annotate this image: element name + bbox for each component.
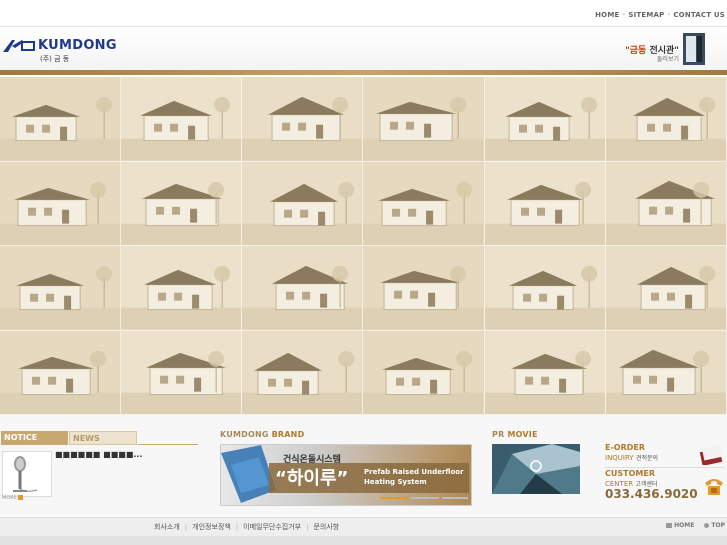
telephone-icon xyxy=(705,479,723,495)
brand-title-b: BRAND xyxy=(271,430,305,439)
house-sketch-tile xyxy=(484,77,606,162)
house-sketch-tile xyxy=(121,246,243,331)
house-sketch-tile xyxy=(121,161,243,246)
house-sketch-tile xyxy=(484,161,606,246)
inquiry-en: INQUIRY xyxy=(605,454,634,462)
separator: · xyxy=(667,11,671,19)
pr-movie-thumbnail[interactable] xyxy=(492,444,580,494)
house-sketch-tile xyxy=(484,246,606,331)
hero-grid xyxy=(0,77,727,415)
top-link-contact[interactable]: CONTACT US xyxy=(673,11,725,19)
house-sketch-tile xyxy=(605,77,727,162)
house-sketch-tile xyxy=(242,77,364,162)
showroom-banner[interactable]: "금동 전시관" 둘러보기 xyxy=(617,31,717,67)
house-sketch-tile xyxy=(0,161,122,246)
logo-subtext: (주) 금 동 xyxy=(40,55,70,63)
house-sketch-tile xyxy=(484,330,606,415)
cs-title: CUSTOMER xyxy=(605,469,655,478)
microphone-image xyxy=(2,451,52,497)
content-area: NOTICE NEWS MORE ■■■■■■ ■■■■... KUMDONG … xyxy=(0,415,727,515)
banner-line2: 둘러보기 xyxy=(656,56,679,63)
top-link-home[interactable]: HOME xyxy=(595,11,619,19)
brand-english-line1: Prefab Raised Underfloor xyxy=(364,468,464,476)
brand-english-line2: Heating System xyxy=(364,478,427,486)
envelope-icon[interactable] xyxy=(699,445,725,465)
more-label: MORE xyxy=(2,495,17,501)
house-sketch-tile xyxy=(363,77,485,162)
more-link[interactable]: MORE xyxy=(2,495,23,501)
footer-link-company[interactable]: 회사소개 xyxy=(154,523,180,531)
separator: | xyxy=(184,523,188,531)
house-sketch-tile xyxy=(363,330,485,415)
footer-right-links: HOME TOP xyxy=(666,522,725,529)
house-sketch-tile xyxy=(242,246,364,331)
brand-korean-main: “하이루” xyxy=(275,468,349,489)
tab-notice[interactable]: NOTICE xyxy=(1,431,68,445)
panel-divider xyxy=(605,467,725,468)
tab-news[interactable]: NEWS xyxy=(69,431,137,445)
brand-english: Prefab Raised Underfloor Heating System xyxy=(364,467,464,487)
top-bar: HOME · SITEMAP · CONTACT US xyxy=(0,0,727,27)
house-sketch-tile xyxy=(605,246,727,331)
house-sketch-tile xyxy=(605,161,727,246)
brand-banner[interactable]: 건식온돌시스템 “하이루” Prefab Raised Underfloor H… xyxy=(220,444,472,506)
footer-link-email-refusal[interactable]: 이메일무단수집거부 xyxy=(243,523,301,531)
more-arrow-icon xyxy=(17,495,23,500)
header: KUMDONG (주) 금 동 "금동 전시관" 둘러보기 xyxy=(0,27,727,70)
movie-title-b: MOVIE xyxy=(507,430,538,439)
microphone-icon xyxy=(13,456,38,492)
house-sketch-tile xyxy=(605,330,727,415)
hero-house-collage xyxy=(0,77,727,415)
kumdong-logo-mark-icon[interactable] xyxy=(2,39,36,53)
separator: | xyxy=(235,523,239,531)
house-sketch-tile xyxy=(121,330,243,415)
eorder-inquiry[interactable]: INQUIRY 견적문의 xyxy=(605,453,658,462)
separator: | xyxy=(306,523,309,531)
eorder-title[interactable]: E-ORDER xyxy=(605,443,645,452)
movie-title-a: PR xyxy=(492,430,505,439)
brand-section-title: KUMDONG BRAND xyxy=(220,430,304,439)
top-links: HOME · SITEMAP · CONTACT US xyxy=(595,11,725,19)
footer-links: 회사소개 | 개인정보정책 | 이메일무단수집거부 | 문의사항 xyxy=(154,522,339,532)
logo-text[interactable]: KUMDONG xyxy=(38,38,117,53)
separator: · xyxy=(622,11,626,19)
footer-home-link[interactable]: HOME xyxy=(674,522,694,529)
footer-top-link[interactable]: TOP xyxy=(711,522,725,529)
cs-phone: 033.436.9020 xyxy=(605,487,698,501)
door-icon xyxy=(683,33,705,65)
house-sketch-tile xyxy=(121,77,243,162)
house-sketch-tile xyxy=(363,161,485,246)
house-sketch-tile xyxy=(242,330,364,415)
eorder-customer-panel: E-ORDER INQUIRY 견적문의 CUSTOMER CENTER 고객센… xyxy=(605,441,727,501)
house-sketch-tile xyxy=(0,246,122,331)
house-sketch-tile xyxy=(0,330,122,415)
movie-section-title: PR MOVIE xyxy=(492,430,538,439)
notice-tabs: NOTICE NEWS xyxy=(1,431,198,445)
house-sketch-tile xyxy=(242,161,364,246)
gold-divider xyxy=(0,70,727,75)
bottom-strip xyxy=(0,536,727,545)
footer-link-privacy[interactable]: 개인정보정책 xyxy=(192,523,231,531)
movie-building-image xyxy=(492,444,580,494)
inquiry-ko: 견적문의 xyxy=(635,455,659,462)
footer-link-inquiry[interactable]: 문의사항 xyxy=(313,523,339,531)
house-sketch-tile xyxy=(363,246,485,331)
brand-title-a: KUMDONG xyxy=(220,430,269,439)
footer-bar: 회사소개 | 개인정보정책 | 이메일무단수집거부 | 문의사항 HOME TOP xyxy=(0,517,727,536)
banner-highlight: "금동 xyxy=(625,46,647,56)
top-link-sitemap[interactable]: SITEMAP xyxy=(628,11,664,19)
footer-home-icon xyxy=(666,523,673,528)
notice-item[interactable]: ■■■■■■ ■■■■... xyxy=(55,450,143,459)
tab-underline xyxy=(138,444,198,445)
house-sketch-tile xyxy=(0,77,122,162)
footer-top-icon xyxy=(704,523,710,528)
